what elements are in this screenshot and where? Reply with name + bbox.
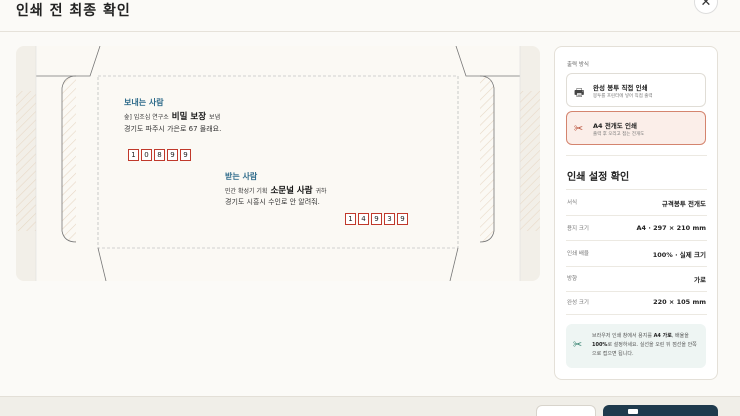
divider	[566, 215, 707, 216]
sender-name: 비밀 보장	[171, 112, 207, 122]
notice-text: 브라우저 인쇄 창에서 용지를 A4 가로, 배율을 100%로 설정하세요. …	[592, 333, 697, 357]
settings-panel: 출력 방식 🖶 완성 봉투 직접 인쇄 봉투를 프린터에 넣어 직접 출력 ✂ …	[554, 46, 718, 380]
print-button[interactable]	[603, 405, 718, 416]
zip-digit: 1	[345, 213, 356, 225]
divider	[566, 266, 707, 267]
zip-digit: 8	[154, 149, 165, 161]
zip-digit: 3	[384, 213, 395, 225]
zip-digit: 1	[128, 149, 139, 161]
recipient-zip: 1 4 9 3 9	[345, 213, 408, 225]
recipient-label: 받는 사람	[225, 172, 258, 181]
sender-zip: 1 0 8 9 9	[128, 149, 191, 161]
setting-key: 완성 크기	[567, 300, 589, 306]
setting-row: 용지 크기 A4 · 297 × 210 mm	[567, 224, 706, 234]
print-notice: ✂ 브라우저 인쇄 창에서 용지를 A4 가로, 배율을 100%로 설정하세요…	[566, 324, 706, 368]
left-flap	[61, 75, 77, 243]
printer-icon	[628, 409, 638, 414]
right-flap	[479, 75, 495, 243]
dialog-header: 인쇄 전 최종 확인 ✕	[0, 0, 740, 32]
option-direct-print[interactable]: 🖶 완성 봉투 직접 인쇄 봉투를 프린터에 넣어 직접 출력	[566, 73, 706, 107]
setting-value: 100% · 실제 크기	[652, 251, 706, 259]
divider	[566, 291, 707, 292]
output-method-label: 출력 방식	[567, 62, 589, 68]
divider	[566, 155, 707, 156]
setting-row: 인쇄 배율 100% · 실제 크기	[567, 249, 706, 259]
printer-icon: 🖶	[574, 86, 585, 99]
envelope-preview: 보내는 사람 숲] 입조심 연구소 비밀 보장 보냄 경기도 파주시 가은로 67 …	[16, 46, 540, 281]
zip-digit: 9	[167, 149, 178, 161]
setting-key: 방향	[567, 276, 578, 282]
sender-org: 숲] 입조심 연구소	[124, 114, 169, 121]
zip-digit: 9	[371, 213, 382, 225]
sender-suffix: 보냄	[209, 114, 221, 121]
setting-value: 가로	[694, 276, 706, 284]
recipient-name-line: 민간 확성기 기획 소문널 사람 귀하	[225, 184, 327, 196]
envelope-die-line	[16, 46, 540, 281]
sender-name-line: 숲] 입조심 연구소 비밀 보장 보냄	[124, 110, 220, 122]
setting-row: 완성 크기 220 × 105 mm	[567, 298, 706, 308]
scissors-icon: ✂	[574, 122, 584, 135]
setting-key: 인쇄 배율	[567, 251, 589, 257]
scissors-icon: ✂	[573, 338, 583, 351]
option-a4-template[interactable]: ✂ A4 전개도 인쇄 출력 후 오리고 접는 전개도	[566, 111, 706, 145]
setting-value: 규격봉투 전개도	[661, 200, 706, 208]
zip-digit: 4	[358, 213, 369, 225]
option-subtitle: 출력 후 오리고 접는 전개도	[593, 132, 645, 137]
recipient-name: 소문널 사람	[270, 186, 313, 196]
recipient-suffix: 귀하	[315, 188, 327, 195]
paper	[36, 46, 520, 281]
sender-label: 보내는 사람	[124, 98, 164, 107]
cancel-button[interactable]	[536, 405, 596, 416]
close-icon: ✕	[700, 0, 712, 10]
zip-digit: 9	[180, 149, 191, 161]
recipient-address: 경기도 시흥시 수인로 안 알려줘.	[225, 198, 320, 206]
option-title: A4 전개도 인쇄	[593, 122, 637, 130]
setting-key: 서식	[567, 200, 578, 206]
confirm-title: 인쇄 설정 확인	[567, 172, 630, 183]
zip-digit: 0	[141, 149, 152, 161]
setting-value: 220 × 105 mm	[653, 298, 706, 306]
divider	[566, 240, 707, 241]
divider	[566, 314, 707, 315]
zip-digit: 9	[397, 213, 408, 225]
option-title: 완성 봉투 직접 인쇄	[593, 84, 648, 92]
setting-row: 방향 가로	[567, 274, 706, 284]
option-subtitle: 봉투를 프린터에 넣어 직접 출력	[593, 94, 653, 99]
setting-value: A4 · 297 × 210 mm	[636, 224, 706, 232]
setting-row: 서식 규격봉투 전개도	[567, 198, 706, 208]
setting-key: 용지 크기	[567, 226, 589, 232]
sender-address: 경기도 파주시 가은로 67 몰래요.	[124, 125, 222, 133]
divider	[566, 189, 707, 190]
close-button[interactable]: ✕	[694, 0, 718, 14]
dialog-title: 인쇄 전 최종 확인	[16, 3, 131, 19]
recipient-org: 민간 확성기 기획	[225, 188, 268, 195]
